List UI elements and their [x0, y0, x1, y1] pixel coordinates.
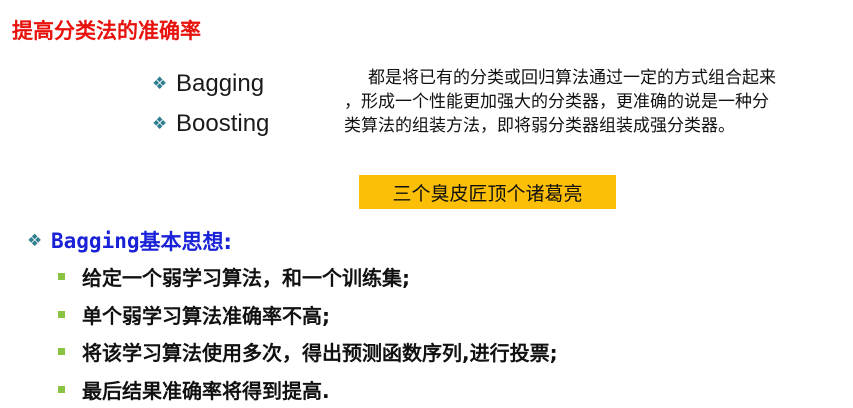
diamond-bullet-icon: ❖ [152, 74, 176, 94]
list-item: 将该学习算法使用多次，得出预测函数序列,进行投票; [58, 333, 558, 371]
description-line: ，形成一个性能更加强大的分类器，更准确的说是一种分 [344, 90, 844, 114]
square-bullet-icon [58, 273, 65, 280]
list-item: 单个弱学习算法准确率不高; [58, 296, 558, 334]
square-bullet-icon [58, 386, 65, 393]
description-line: 类算法的组装方法，即将弱分类器组装成强分类器。 [344, 114, 844, 138]
method-description: 都是将已有的分类或回归算法通过一定的方式组合起来 ，形成一个性能更加强大的分类器… [344, 66, 844, 138]
square-bullet-icon [58, 311, 65, 318]
diamond-bullet-icon: ❖ [152, 114, 176, 134]
section-heading-text: 基本思想: [140, 226, 232, 256]
list-item-text: 最后结果准确率将得到提高. [82, 375, 330, 404]
square-bullet-icon [58, 348, 65, 355]
idea-list: 给定一个弱学习算法，和一个训练集; 单个弱学习算法准确率不高; 将该学习算法使用… [58, 258, 558, 408]
list-item-text: 单个弱学习算法准确率不高; [82, 300, 330, 329]
list-item-text: 给定一个弱学习算法，和一个训练集; [82, 262, 410, 291]
method-item-boosting: ❖ Boosting [152, 104, 269, 144]
list-item: 最后结果准确率将得到提高. [58, 371, 558, 408]
proverb-highlight: 三个臭皮匠顶个诸葛亮 [359, 175, 616, 209]
diamond-bullet-icon: ❖ [27, 231, 51, 251]
description-line: 都是将已有的分类或回归算法通过一定的方式组合起来 [344, 66, 844, 90]
section-heading: ❖ Bagging 基本思想: [27, 226, 232, 256]
method-list: ❖ Bagging ❖ Boosting [152, 64, 269, 144]
method-label: Boosting [176, 110, 269, 138]
list-item-text: 将该学习算法使用多次，得出预测函数序列,进行投票; [82, 337, 558, 366]
method-label: Bagging [176, 70, 264, 98]
slide-title: 提高分类法的准确率 [12, 15, 201, 45]
list-item: 给定一个弱学习算法，和一个训练集; [58, 258, 558, 296]
section-heading-term: Bagging [51, 229, 140, 253]
method-item-bagging: ❖ Bagging [152, 64, 269, 104]
